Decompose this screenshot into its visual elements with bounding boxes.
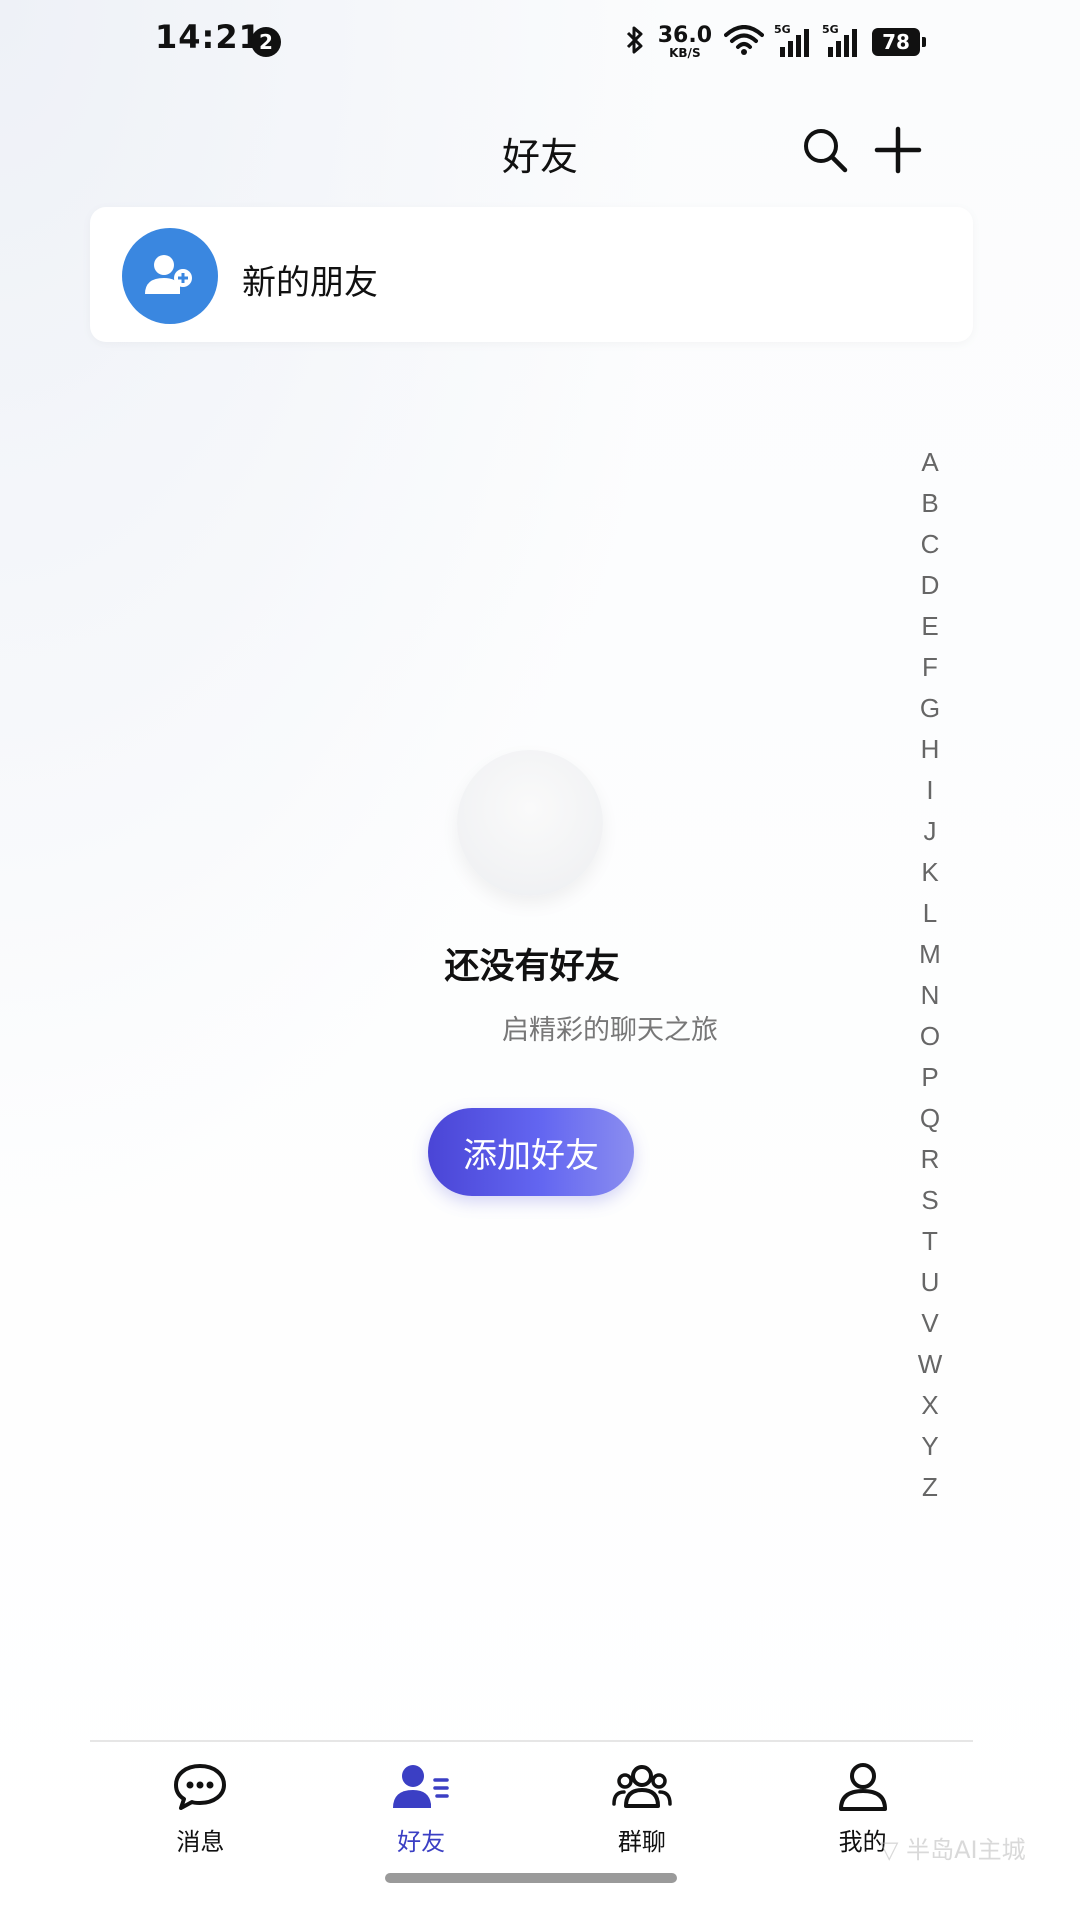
add-user-icon	[145, 255, 192, 294]
alphabet-letter[interactable]: O	[910, 1016, 950, 1057]
tab-group-chat[interactable]: 群聊	[532, 1742, 753, 1872]
alphabet-letter[interactable]: C	[910, 524, 950, 565]
tab-label: 好友	[397, 1828, 446, 1856]
alphabet-letter[interactable]: L	[910, 893, 950, 934]
watermark: ▽ 半岛AI主城	[880, 1836, 1026, 1864]
alphabet-letter[interactable]: J	[910, 811, 950, 852]
status-icons: 36.0 KB/S 5G 5G 78	[624, 20, 926, 64]
tab-label: 消息	[176, 1828, 225, 1856]
net-speed: 36.0 KB/S	[657, 23, 712, 60]
alphabet-letter[interactable]: U	[910, 1262, 950, 1303]
alphabet-letter[interactable]: P	[910, 1057, 950, 1098]
profile-icon	[833, 1760, 893, 1814]
empty-state-illustration	[457, 750, 603, 896]
tab-label: 群聊	[617, 1828, 666, 1856]
bluetooth-icon	[624, 24, 646, 60]
alphabet-letter[interactable]: Q	[910, 1098, 950, 1139]
empty-state-subtitle-clip: 启精彩的聊天之旅	[500, 1000, 800, 1050]
empty-state-subtitle: 启精彩的聊天之旅	[502, 1015, 718, 1046]
chat-bubble-icon	[170, 1760, 230, 1814]
cellular-signal-icon: 5G	[774, 23, 812, 57]
status-time: 14:21	[155, 18, 262, 56]
add-friend-button[interactable]: 添加好友	[428, 1108, 634, 1196]
status-bar: 14:21 2 36.0 KB/S 5G 5G 78	[0, 0, 1080, 84]
alphabet-letter[interactable]: T	[910, 1221, 950, 1262]
tab-friends[interactable]: 好友	[311, 1742, 532, 1872]
alphabet-letter[interactable]: X	[910, 1385, 950, 1426]
bottom-tab-bar: 消息 好友 群聊 我的	[90, 1742, 973, 1872]
new-friends-label: 新的朋友	[242, 263, 378, 303]
alphabet-letter[interactable]: W	[910, 1344, 950, 1385]
new-friends-avatar	[122, 228, 218, 324]
search-icon	[804, 129, 848, 173]
alphabet-letter[interactable]: F	[910, 647, 950, 688]
alphabet-letter[interactable]: B	[910, 483, 950, 524]
alphabet-letter[interactable]: I	[910, 770, 950, 811]
alphabet-letter[interactable]: D	[910, 565, 950, 606]
app-header: 好友	[0, 100, 1080, 200]
alphabet-letter[interactable]: R	[910, 1139, 950, 1180]
new-friends-item[interactable]: 新的朋友	[90, 207, 973, 342]
empty-state-title: 还没有好友	[444, 947, 620, 987]
add-button[interactable]	[870, 122, 926, 178]
alphabet-letter[interactable]: G	[910, 688, 950, 729]
alphabet-letter[interactable]: H	[910, 729, 950, 770]
alphabet-letter[interactable]: Z	[910, 1467, 950, 1508]
group-icon	[612, 1760, 672, 1814]
home-indicator[interactable]	[385, 1873, 677, 1883]
battery-indicator: 78	[872, 28, 926, 56]
alphabet-letter[interactable]: V	[910, 1303, 950, 1344]
notification-badge: 2	[251, 27, 281, 57]
plus-icon	[874, 126, 922, 174]
alphabet-letter[interactable]: K	[910, 852, 950, 893]
alphabet-letter[interactable]: S	[910, 1180, 950, 1221]
alphabet-letter[interactable]: Y	[910, 1426, 950, 1467]
alphabet-letter[interactable]: A	[910, 442, 950, 483]
wifi-icon	[724, 25, 764, 59]
cellular-signal-icon-2: 5G	[822, 23, 860, 57]
search-button[interactable]	[797, 122, 853, 178]
friends-icon	[391, 1760, 451, 1814]
alphabet-letter[interactable]: E	[910, 606, 950, 647]
tab-messages[interactable]: 消息	[90, 1742, 311, 1872]
